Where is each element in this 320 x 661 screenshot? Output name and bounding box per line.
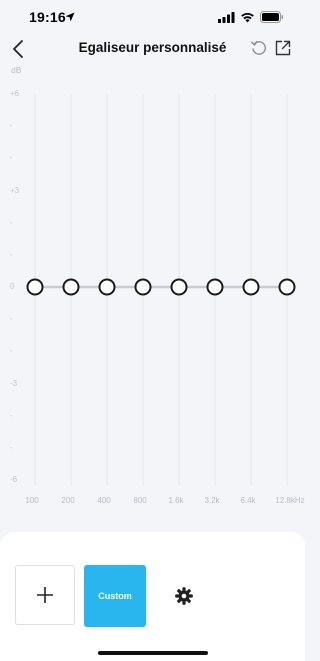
band-frequency-label: 400 [97,496,111,505]
band-knob-6.4k[interactable] [242,278,260,296]
y-tick-label: - [10,314,13,324]
header-bar: Egaliseur personnalisé [0,36,305,62]
y-tick-label: - [10,410,13,420]
band-knob-800[interactable] [134,278,152,296]
signal-icon [218,12,235,23]
y-tick-label: - [10,249,13,259]
band-knob-3.2k[interactable] [206,278,224,296]
home-indicator [98,651,208,655]
y-tick-label: - [10,153,13,163]
y-tick-label: -3 [10,378,18,388]
wifi-icon [241,13,254,23]
band-knob-100[interactable] [26,278,44,296]
band-frequency-label: 800 [133,496,147,505]
y-tick-label: - [10,121,13,131]
status-bar: 19:16 [0,0,305,36]
y-tick-label: -6 [10,475,18,484]
preset-custom-button[interactable]: Custom [84,565,146,627]
add-preset-button[interactable] [15,565,75,625]
battery-icon [260,11,284,23]
band-frequency-label: 6.4k [240,496,256,505]
location-arrow-icon [65,12,75,22]
y-tick-label: - [10,217,13,227]
band-knob-1.6k[interactable] [170,278,188,296]
band-knob-200[interactable] [62,278,80,296]
equalizer-screen: { "status_bar": { "time": "19:16", "icon… [0,0,305,661]
y-tick-label: +3 [10,185,20,195]
plus-icon [37,587,53,603]
y-tick-label: - [10,346,13,356]
reset-icon[interactable] [250,39,268,57]
db-unit-label: dB [11,65,22,75]
band-frequency-label: 200 [61,496,75,505]
band-frequency-label: 100 [25,496,39,505]
band-frequency-label: 3.2k [204,496,220,505]
band-frequency-label: 12.8kHz [275,496,305,505]
status-time: 19:16 [29,9,66,25]
band-frequency-label: 1.6k [168,496,184,505]
equalizer-plot [26,94,296,486]
band-knob-400[interactable] [98,278,116,296]
gear-icon[interactable] [173,585,195,607]
preset-panel: Custom [0,532,305,661]
equalizer-graph: dB +6 - - +3 - - 0 - - -3 - - -6 100 200 400 800 1.6k 3.2… [0,62,305,512]
band-knob-12.8kHz[interactable] [278,278,296,296]
y-tick-label: +6 [10,89,20,98]
y-tick-label: - [10,442,13,452]
y-tick-label: 0 [10,282,15,291]
export-icon[interactable] [274,39,292,57]
